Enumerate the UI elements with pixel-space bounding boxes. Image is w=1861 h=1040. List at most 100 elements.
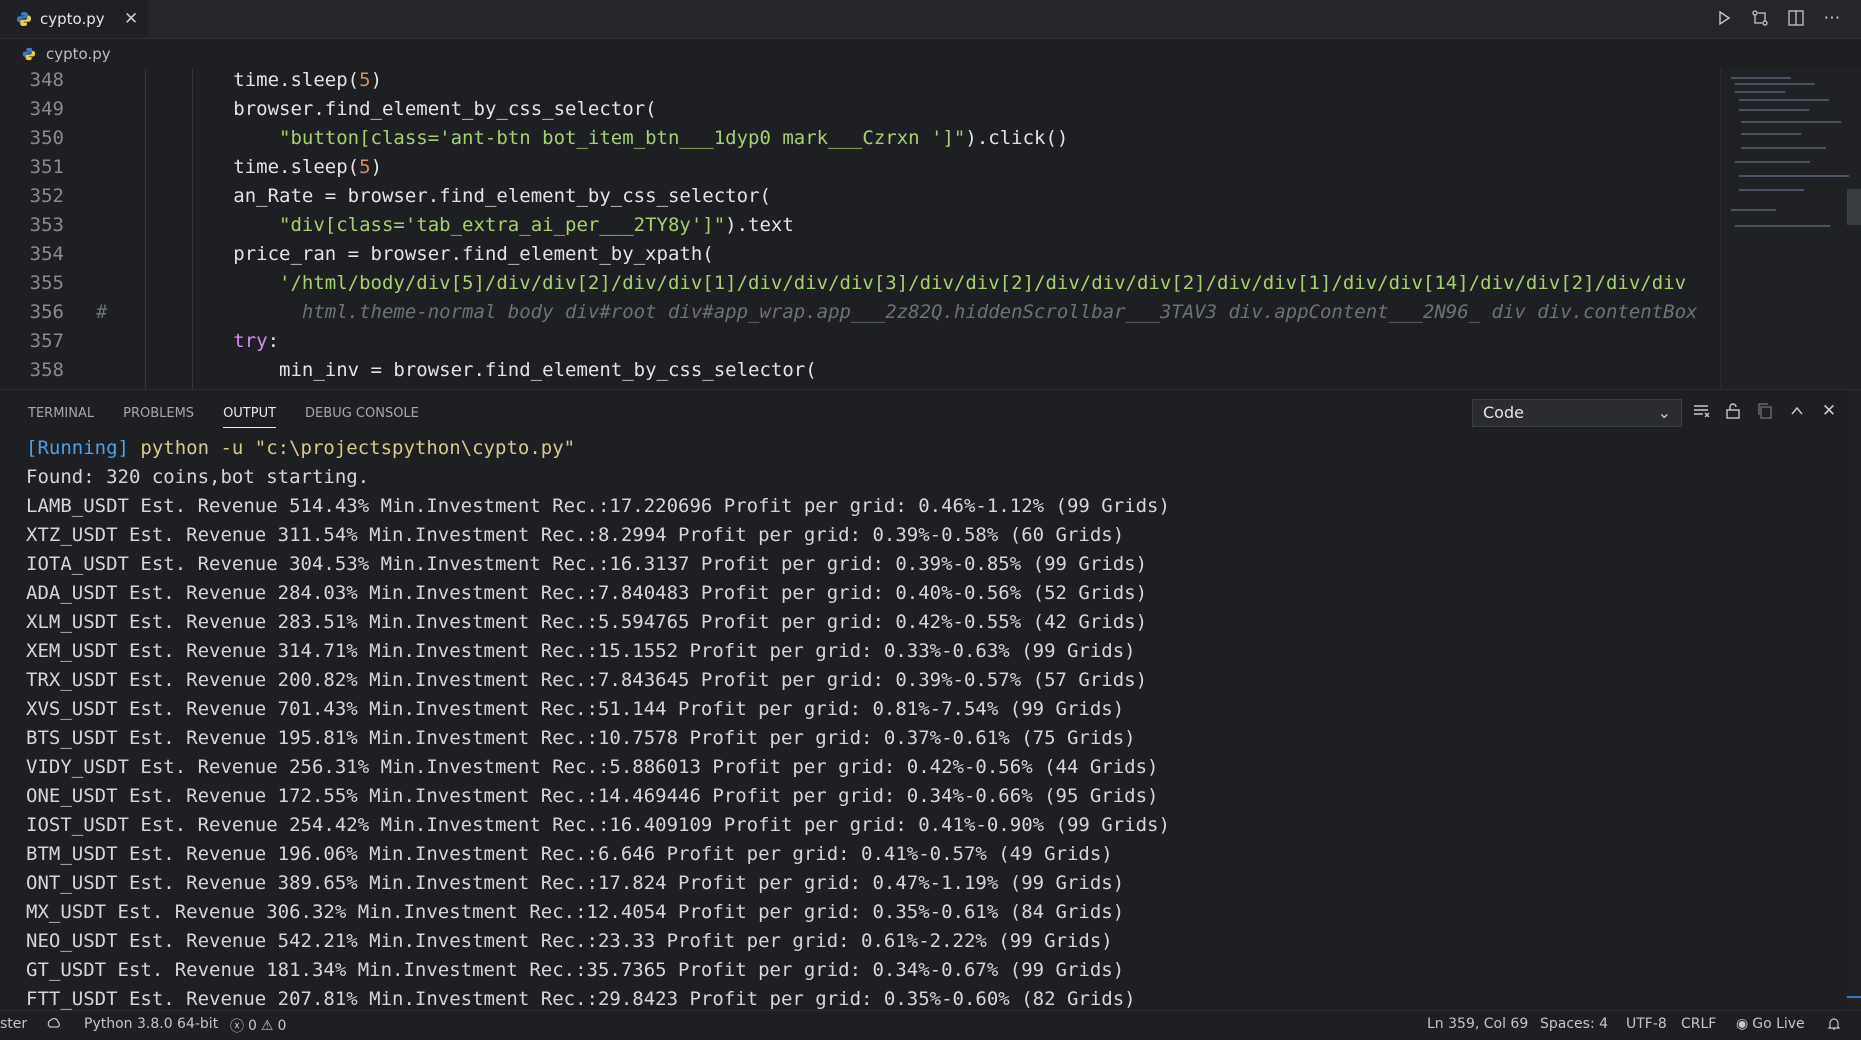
bottom-panel: TERMINAL PROBLEMS OUTPUT DEBUG CONSOLE C…	[0, 389, 1861, 1011]
tab-problems[interactable]: PROBLEMS	[123, 406, 194, 428]
minimap[interactable]	[1720, 69, 1861, 389]
close-panel-icon[interactable]: ✕	[1818, 400, 1840, 422]
cursor-position[interactable]: Ln 359, Col 69	[1427, 1016, 1528, 1032]
minimap-line	[1741, 133, 1801, 135]
code-line[interactable]: 352 an_Rate = browser.find_element_by_cs…	[0, 182, 1720, 211]
code-text: price_ran = browser.find_element_by_xpat…	[96, 240, 714, 269]
output-line: ONE_USDT Est. Revenue 172.55% Min.Invest…	[26, 785, 1159, 807]
line-number: 349	[29, 98, 64, 120]
code-line[interactable]: 354 price_ran = browser.find_element_by_…	[0, 240, 1720, 269]
output-line: ONT_USDT Est. Revenue 389.65% Min.Invest…	[26, 872, 1125, 894]
problems-summary[interactable]: ⓧ 0 ⚠ 0	[230, 1016, 286, 1036]
editor-scrollbar-thumb[interactable]	[1847, 189, 1861, 225]
code-token: "button[class='ant-btn bot_item_btn___1d…	[279, 127, 966, 149]
compare-changes-icon[interactable]	[1749, 7, 1771, 29]
tab-cypto-py[interactable]: cypto.py ✕	[0, 0, 148, 38]
tab-debug-console[interactable]: DEBUG CONSOLE	[305, 406, 419, 428]
output-line: GT_USDT Est. Revenue 181.34% Min.Investm…	[26, 959, 1125, 981]
code-token: price_ran = browser.find_element_by_xpat…	[233, 243, 714, 265]
code-token: "div[class='tab_extra_ai_per___2TY8y']"	[279, 214, 726, 236]
output-line: IOST_USDT Est. Revenue 254.42% Min.Inves…	[26, 814, 1170, 836]
panel-tabs: TERMINAL PROBLEMS OUTPUT DEBUG CONSOLE	[28, 406, 419, 428]
go-live-button[interactable]: ◉ Go Live	[1736, 1016, 1805, 1032]
code-text: "div[class='tab_extra_ai_per___2TY8y']")…	[96, 211, 794, 240]
output-scrollbar[interactable]	[1847, 390, 1861, 1011]
minimap-line	[1739, 109, 1809, 111]
minimap-line	[1741, 147, 1826, 149]
indentation[interactable]: Spaces: 4	[1540, 1016, 1608, 1032]
breadcrumb: cypto.py	[0, 39, 1861, 69]
code-editor[interactable]: 348 time.sleep(5) 349 browser.find_elemen…	[0, 69, 1861, 389]
code-text: an_Rate = browser.find_element_by_css_se…	[96, 182, 771, 211]
error-icon: ⓧ	[230, 1019, 244, 1035]
chevron-down-icon: ⌄	[1657, 403, 1671, 422]
code-line[interactable]: 358 min_inv = browser.find_element_by_cs…	[0, 356, 1720, 385]
end-of-line[interactable]: CRLF	[1681, 1016, 1716, 1032]
output-line: NEO_USDT Est. Revenue 542.21% Min.Invest…	[26, 930, 1113, 952]
code-line[interactable]: 349 browser.find_element_by_css_selector…	[0, 95, 1720, 124]
more-actions-icon[interactable]: ⋯	[1821, 7, 1843, 29]
code-token: ).click()	[965, 127, 1069, 149]
output-channel-value: Code	[1483, 403, 1524, 422]
editor-tab-bar: cypto.py ✕ ⋯	[0, 0, 1861, 39]
git-branch[interactable]: ster	[0, 1016, 27, 1032]
code-token: :	[267, 330, 280, 352]
code-line[interactable]: 357 try:	[0, 327, 1720, 356]
tab-output[interactable]: OUTPUT	[223, 406, 277, 428]
output-content[interactable]: [Running] python -u "c:\projectspython\c…	[26, 434, 1826, 1014]
lock-scroll-icon[interactable]	[1722, 400, 1744, 422]
code-line[interactable]: 355 '/html/body/div[5]/div/div[2]/div/di…	[0, 269, 1720, 298]
code-text: # html.theme-normal body div#root div#ap…	[96, 298, 1697, 327]
running-tag: [Running]	[26, 437, 129, 459]
line-number: 356	[29, 301, 64, 323]
split-editor-icon[interactable]	[1785, 7, 1807, 29]
bell-icon[interactable]	[1826, 1016, 1842, 1036]
output-lines: Found: 320 coins,bot starting. LAMB_USDT …	[26, 463, 1826, 1014]
editor-actions: ⋯	[1713, 7, 1843, 29]
scroll-position-marker	[1847, 996, 1861, 998]
close-tab-icon[interactable]: ✕	[124, 9, 138, 29]
python-file-icon	[22, 47, 36, 61]
sync-icon[interactable]	[46, 1016, 62, 1036]
run-icon[interactable]	[1713, 7, 1735, 29]
tab-terminal[interactable]: TERMINAL	[28, 406, 94, 428]
minimap-line	[1739, 175, 1849, 177]
output-line: XVS_USDT Est. Revenue 701.43% Min.Invest…	[26, 698, 1125, 720]
encoding[interactable]: UTF-8	[1626, 1016, 1667, 1032]
minimap-line	[1741, 121, 1841, 123]
code-line[interactable]: 351 time.sleep(5)	[0, 153, 1720, 182]
line-number: 358	[29, 359, 64, 381]
minimap-line	[1735, 225, 1830, 227]
maximize-panel-icon[interactable]	[1786, 400, 1808, 422]
minimap-line	[1739, 99, 1829, 101]
output-channel-select[interactable]: Code ⌄	[1472, 399, 1682, 427]
output-line: ADA_USDT Est. Revenue 284.03% Min.Invest…	[26, 582, 1148, 604]
code-line[interactable]: 356 # html.theme-normal body div#root div…	[0, 298, 1720, 327]
line-number: 348	[29, 69, 64, 91]
python-interpreter[interactable]: Python 3.8.0 64-bit	[84, 1016, 218, 1032]
minimap-line	[1731, 77, 1791, 79]
line-number: 352	[29, 185, 64, 207]
clear-output-icon[interactable]	[1690, 400, 1712, 422]
code-line[interactable]: 353 "div[class='tab_extra_ai_per___2TY8y…	[0, 211, 1720, 240]
line-number: 355	[29, 272, 64, 294]
code-token: )	[370, 69, 383, 91]
line-number: 350	[29, 127, 64, 149]
minimap-line	[1739, 189, 1804, 191]
code-line[interactable]: 350 "button[class='ant-btn bot_item_btn_…	[0, 124, 1720, 153]
breadcrumb-file[interactable]: cypto.py	[46, 45, 111, 63]
code-line[interactable]: 348 time.sleep(5)	[0, 69, 1720, 95]
minimap-line	[1735, 161, 1810, 163]
output-line: BTS_USDT Est. Revenue 195.81% Min.Invest…	[26, 727, 1136, 749]
python-file-icon	[17, 12, 31, 26]
copy-icon[interactable]	[1754, 400, 1776, 422]
